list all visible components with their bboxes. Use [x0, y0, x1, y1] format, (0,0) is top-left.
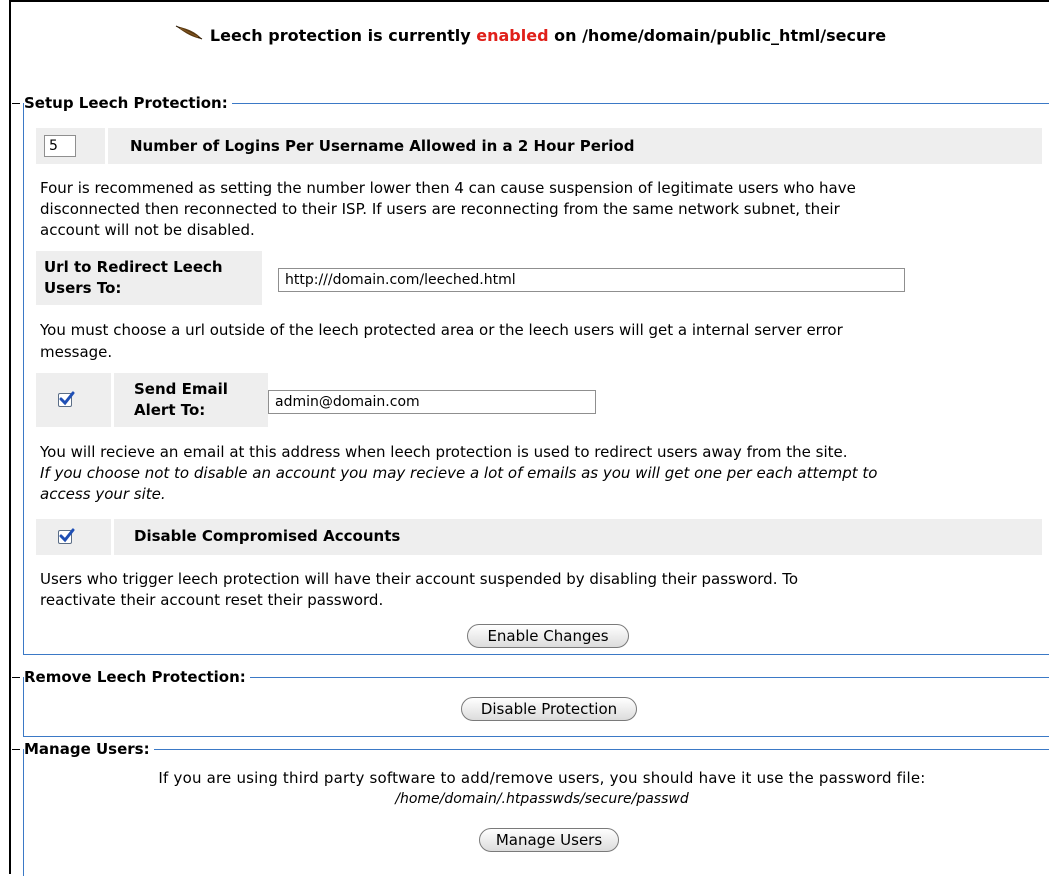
remove-fieldset: Remove Leech Protection: Disable Protect…	[23, 666, 1049, 737]
logins-help-1: Four is recommened as setting the number…	[40, 179, 856, 197]
logins-input[interactable]: 5	[44, 135, 76, 157]
disable-help-2: reactivate their account reset their pas…	[40, 591, 384, 609]
remove-legend: Remove Leech Protection:	[24, 666, 250, 688]
manage-legend: Manage Users:	[24, 738, 154, 760]
email-alert-checkbox[interactable]	[58, 391, 75, 407]
banner-status: enabled	[476, 26, 549, 45]
disable-accounts-checkbox[interactable]	[58, 528, 75, 544]
email-help-3: access your site.	[40, 485, 166, 503]
disable-row: Disable Compromised Accounts	[36, 519, 1042, 555]
password-file-path: /home/domain/.htpasswds/secure/passwd	[395, 791, 689, 807]
checkmark-icon	[59, 391, 75, 406]
email-row-cell: Send Email Alert To:	[36, 373, 268, 427]
manage-help: If you are using third party software to…	[158, 769, 926, 787]
email-label-line-1: Send Email	[134, 380, 228, 398]
status-banner: Leech protection is currently enabled on…	[11, 22, 1049, 50]
enable-changes-button[interactable]: Enable Changes	[467, 624, 629, 648]
url-label-cell: Url to Redirect Leech Users To:	[36, 251, 262, 305]
redirect-url-input[interactable]: http:///domain.com/leeched.html	[278, 268, 905, 292]
url-help-2: message.	[40, 343, 113, 361]
logins-help-2: disconnected then reconnected to their I…	[40, 200, 840, 218]
url-help-1: You must choose a url outside of the lee…	[40, 321, 843, 339]
manage-users-button[interactable]: Manage Users	[479, 828, 619, 852]
logins-row: 5 Number of Logins Per Username Allowed …	[36, 128, 1042, 164]
url-label-line-1: Url to Redirect Leech	[44, 258, 223, 276]
manage-fieldset: Manage Users: If you are using third par…	[23, 738, 1049, 876]
setup-fieldset: Setup Leech Protection: 5 Number of Logi…	[23, 92, 1049, 655]
setup-legend: Setup Leech Protection:	[24, 92, 232, 114]
disable-label: Disable Compromised Accounts	[134, 527, 401, 545]
email-input[interactable]: admin@domain.com	[268, 390, 596, 414]
email-label-line-2: Alert To:	[134, 401, 206, 419]
page-frame: Leech protection is currently enabled on…	[9, 0, 1049, 876]
feather-icon	[174, 23, 204, 51]
logins-label: Number of Logins Per Username Allowed in…	[130, 137, 635, 155]
checkmark-icon	[59, 528, 75, 543]
banner-prefix: Leech protection is currently	[209, 26, 471, 45]
disable-protection-button[interactable]: Disable Protection	[461, 697, 637, 721]
logins-help-3: account will not be disabled.	[40, 221, 255, 239]
banner-suffix: on /home/domain/public_html/secure	[554, 26, 887, 45]
email-help-2: If you choose not to disable an account …	[40, 464, 878, 482]
email-help-1: You will recieve an email at this addres…	[40, 443, 848, 461]
disable-help-1: Users who trigger leech protection will …	[40, 570, 799, 588]
url-label-line-2: Users To:	[44, 279, 122, 297]
